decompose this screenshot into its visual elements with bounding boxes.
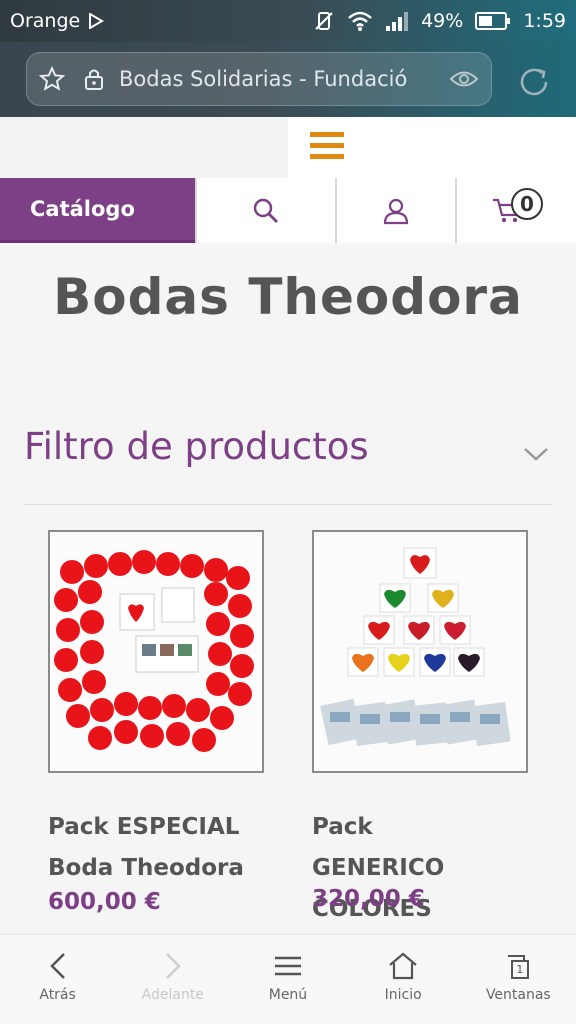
vibrate-icon xyxy=(313,10,335,32)
windows-button[interactable]: 1 Ventanas xyxy=(461,935,576,1024)
account-button[interactable] xyxy=(335,178,455,243)
catalog-button[interactable]: Catálogo xyxy=(0,178,195,243)
windows-label: Ventanas xyxy=(485,987,551,1003)
browser-toolbar: Bodas Solidarias - Fundació xyxy=(0,42,576,117)
product-name-line: GENERICO xyxy=(312,855,445,881)
product-price: 600,00 € xyxy=(48,889,161,915)
windows-icon: 1 xyxy=(503,951,533,981)
menu-button[interactable]: Menú xyxy=(230,935,345,1024)
hamburger-menu-icon[interactable] xyxy=(310,132,346,164)
wifi-icon xyxy=(347,10,373,32)
eye-icon[interactable] xyxy=(449,68,479,90)
cart-count-badge: 0 xyxy=(511,188,543,220)
lock-icon xyxy=(83,67,105,91)
battery-icon xyxy=(475,11,511,31)
address-bar[interactable]: Bodas Solidarias - Fundació xyxy=(26,52,492,106)
product-name[interactable]: Pack ESPECIAL Boda Theodora xyxy=(48,807,264,889)
product-name-line: Pack xyxy=(312,814,373,840)
reload-icon[interactable] xyxy=(514,62,554,102)
filter-title: Filtro de productos xyxy=(24,425,369,468)
menu-label: Menú xyxy=(268,987,308,1003)
status-bar: Orange 49% 1:59 xyxy=(0,0,576,42)
forward-label: Adelante xyxy=(141,987,204,1003)
home-label: Inicio xyxy=(384,987,422,1003)
home-button[interactable]: Inicio xyxy=(346,935,461,1024)
product-name-line: Boda Theodora xyxy=(48,855,244,881)
home-icon xyxy=(387,951,419,981)
menu-icon xyxy=(273,951,303,981)
search-button[interactable] xyxy=(195,178,335,243)
battery-percent: 49% xyxy=(421,10,464,32)
clock: 1:59 xyxy=(523,10,566,32)
back-arrow-icon xyxy=(47,951,69,981)
product-card[interactable]: Pack GENERICO COLORES 320,00 € xyxy=(312,530,528,922)
play-store-icon xyxy=(88,13,105,29)
back-label: Atrás xyxy=(39,987,76,1003)
product-name-line: Pack ESPECIAL xyxy=(48,814,240,840)
windows-count: 1 xyxy=(516,963,524,976)
user-icon xyxy=(381,196,411,226)
forward-button[interactable]: Adelante xyxy=(115,935,230,1024)
forward-arrow-icon xyxy=(162,951,184,981)
page-title: Bodas Theodora xyxy=(53,268,523,326)
chevron-down-icon[interactable] xyxy=(522,445,550,463)
browser-bottom-bar: Atrás Adelante Menú Inicio 1 Ventanas xyxy=(0,934,576,1024)
product-filter[interactable]: Filtro de productos xyxy=(24,425,552,505)
site-nav: Catálogo 0 xyxy=(0,178,576,243)
search-icon xyxy=(251,196,281,226)
product-image-red-noses[interactable] xyxy=(48,530,264,773)
product-image-color-hearts[interactable] xyxy=(312,530,528,773)
cart-button[interactable]: 0 xyxy=(455,178,576,243)
signal-icon xyxy=(385,10,409,32)
url-text: Bodas Solidarias - Fundació xyxy=(119,67,408,91)
carrier-label: Orange xyxy=(10,10,81,32)
site-header xyxy=(0,117,576,178)
star-icon[interactable] xyxy=(39,66,65,92)
product-card[interactable]: Pack ESPECIAL Boda Theodora 600,00 € xyxy=(48,530,264,915)
product-price: 320,00 € xyxy=(312,886,425,912)
back-button[interactable]: Atrás xyxy=(0,935,115,1024)
